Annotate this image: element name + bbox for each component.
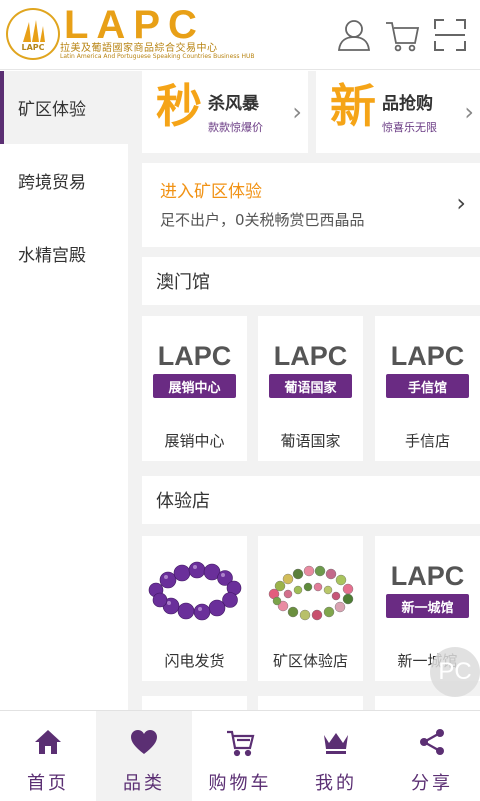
tab-label: 品类 (123, 773, 165, 794)
chevron-right-icon: › (464, 98, 474, 126)
lapc-tile-logo: LAPC 展销中心 (153, 342, 236, 398)
lapc-logo[interactable]: LAPC (6, 8, 60, 60)
lapc-tag: 手信馆 (386, 374, 469, 398)
promo-title: 品抢购 (382, 94, 433, 114)
lapc-tile-logo: LAPC 手信馆 (386, 342, 469, 398)
chevron-right-icon: › (292, 98, 302, 126)
tab-label: 购物车 (208, 773, 272, 794)
tile-caption: 矿区体验店 (272, 652, 348, 670)
lapc-word: LAPC (390, 561, 465, 591)
new-arrivals-banner[interactable]: 新 品抢购 惊喜乐无限 › (316, 71, 480, 153)
tab-cart[interactable]: 购物车 (192, 711, 288, 801)
lapc-tag: 葡语国家 (269, 374, 352, 398)
cart-icon (225, 727, 255, 757)
sidebar-item-crystal-palace[interactable]: 水精宫殿 (0, 217, 128, 290)
sidebar-item-label: 矿区体验 (18, 100, 86, 120)
promo-title: 杀风暴 (208, 94, 259, 114)
tab-label: 我的 (315, 773, 357, 794)
home-icon (33, 727, 63, 757)
tile-caption: 展销中心 (164, 432, 225, 450)
tab-label: 分享 (411, 773, 453, 794)
tile-mine-experience-store[interactable]: 矿区体验店 (258, 536, 363, 681)
section-title-store: 体验店 (142, 476, 480, 524)
brand-subtitle-en: Latin America And Portuguese Speaking Co… (60, 53, 255, 60)
enter-description: 足不出户，0关税畅赏巴西晶品 (160, 211, 365, 229)
tab-home[interactable]: 首页 (0, 711, 96, 801)
chevron-right-icon: › (456, 189, 466, 217)
sidebar-item-mine-experience[interactable]: 矿区体验 (0, 71, 128, 144)
bottom-tab-bar: 首页 品类 购物车 我的 分享 (0, 710, 480, 801)
promo-big-char: 秒 (156, 79, 202, 133)
logo-sail-icon (23, 20, 45, 42)
cart-icon[interactable] (384, 17, 420, 53)
tile-fast-delivery[interactable]: 闪电发货 (142, 536, 247, 681)
scan-icon[interactable] (432, 17, 468, 53)
promo-subtitle: 惊喜乐无限 (382, 121, 437, 134)
user-icon[interactable] (336, 17, 372, 53)
tab-label: 首页 (27, 773, 69, 794)
enter-mine-experience-card[interactable]: 进入矿区体验 足不出户，0关税畅赏巴西晶品 › (142, 163, 480, 247)
lapc-word: LAPC (273, 341, 348, 371)
brand-subtitle-cn: 拉美及葡語國家商品綜合交易中心 (60, 43, 218, 54)
pc-version-button[interactable]: PC (430, 647, 480, 697)
sidebar-item-label: 水精宫殿 (18, 246, 86, 266)
lapc-tag: 新一城馆 (386, 594, 469, 618)
tab-share[interactable]: 分享 (384, 711, 480, 801)
promo-subtitle: 款款惊爆价 (208, 121, 263, 134)
lapc-tag: 展销中心 (153, 374, 236, 398)
amethyst-bracelet-image (148, 561, 242, 621)
tab-category[interactable]: 品类 (96, 711, 192, 801)
enter-title: 进入矿区体验 (160, 182, 262, 202)
category-sidebar: 矿区体验 跨境贸易 水精宫殿 (0, 71, 128, 710)
lapc-word: LAPC (390, 341, 465, 371)
logo-label: LAPC (21, 43, 45, 52)
tourmaline-bracelet-image (268, 565, 354, 621)
tile-souvenir-shop[interactable]: LAPC 手信馆 手信店 (375, 316, 480, 461)
heart-icon (129, 727, 159, 757)
tab-mine[interactable]: 我的 (288, 711, 384, 801)
app-header: LAPC LAPC 拉美及葡語國家商品綜合交易中心 Latin America … (0, 0, 480, 70)
promo-row: 秒 杀风暴 款款惊爆价 › 新 品抢购 惊喜乐无限 › (142, 71, 480, 153)
lapc-word: LAPC (157, 341, 232, 371)
flash-sale-banner[interactable]: 秒 杀风暴 款款惊爆价 › (142, 71, 308, 153)
tile-caption: 手信店 (404, 432, 450, 450)
tile-portuguese-countries[interactable]: LAPC 葡语国家 葡语国家 (258, 316, 363, 461)
main-content: 秒 杀风暴 款款惊爆价 › 新 品抢购 惊喜乐无限 › 进入矿区体验 足不出户，… (128, 71, 480, 710)
tile-partial[interactable] (258, 696, 363, 710)
tile-exhibition-center[interactable]: LAPC 展销中心 展销中心 (142, 316, 247, 461)
tile-caption: 闪电发货 (164, 652, 225, 670)
crown-icon (321, 727, 351, 757)
lapc-tile-logo: LAPC 新一城馆 (386, 562, 469, 618)
promo-big-char: 新 (330, 79, 376, 133)
tile-caption: 葡语国家 (280, 432, 341, 450)
share-icon (417, 727, 447, 757)
tile-partial[interactable] (142, 696, 247, 710)
section-title-macau: 澳门馆 (142, 257, 480, 305)
sidebar-item-label: 跨境贸易 (18, 173, 86, 193)
sidebar-item-cross-border[interactable]: 跨境贸易 (0, 144, 128, 217)
tile-partial[interactable] (375, 696, 480, 710)
lapc-tile-logo: LAPC 葡语国家 (269, 342, 352, 398)
